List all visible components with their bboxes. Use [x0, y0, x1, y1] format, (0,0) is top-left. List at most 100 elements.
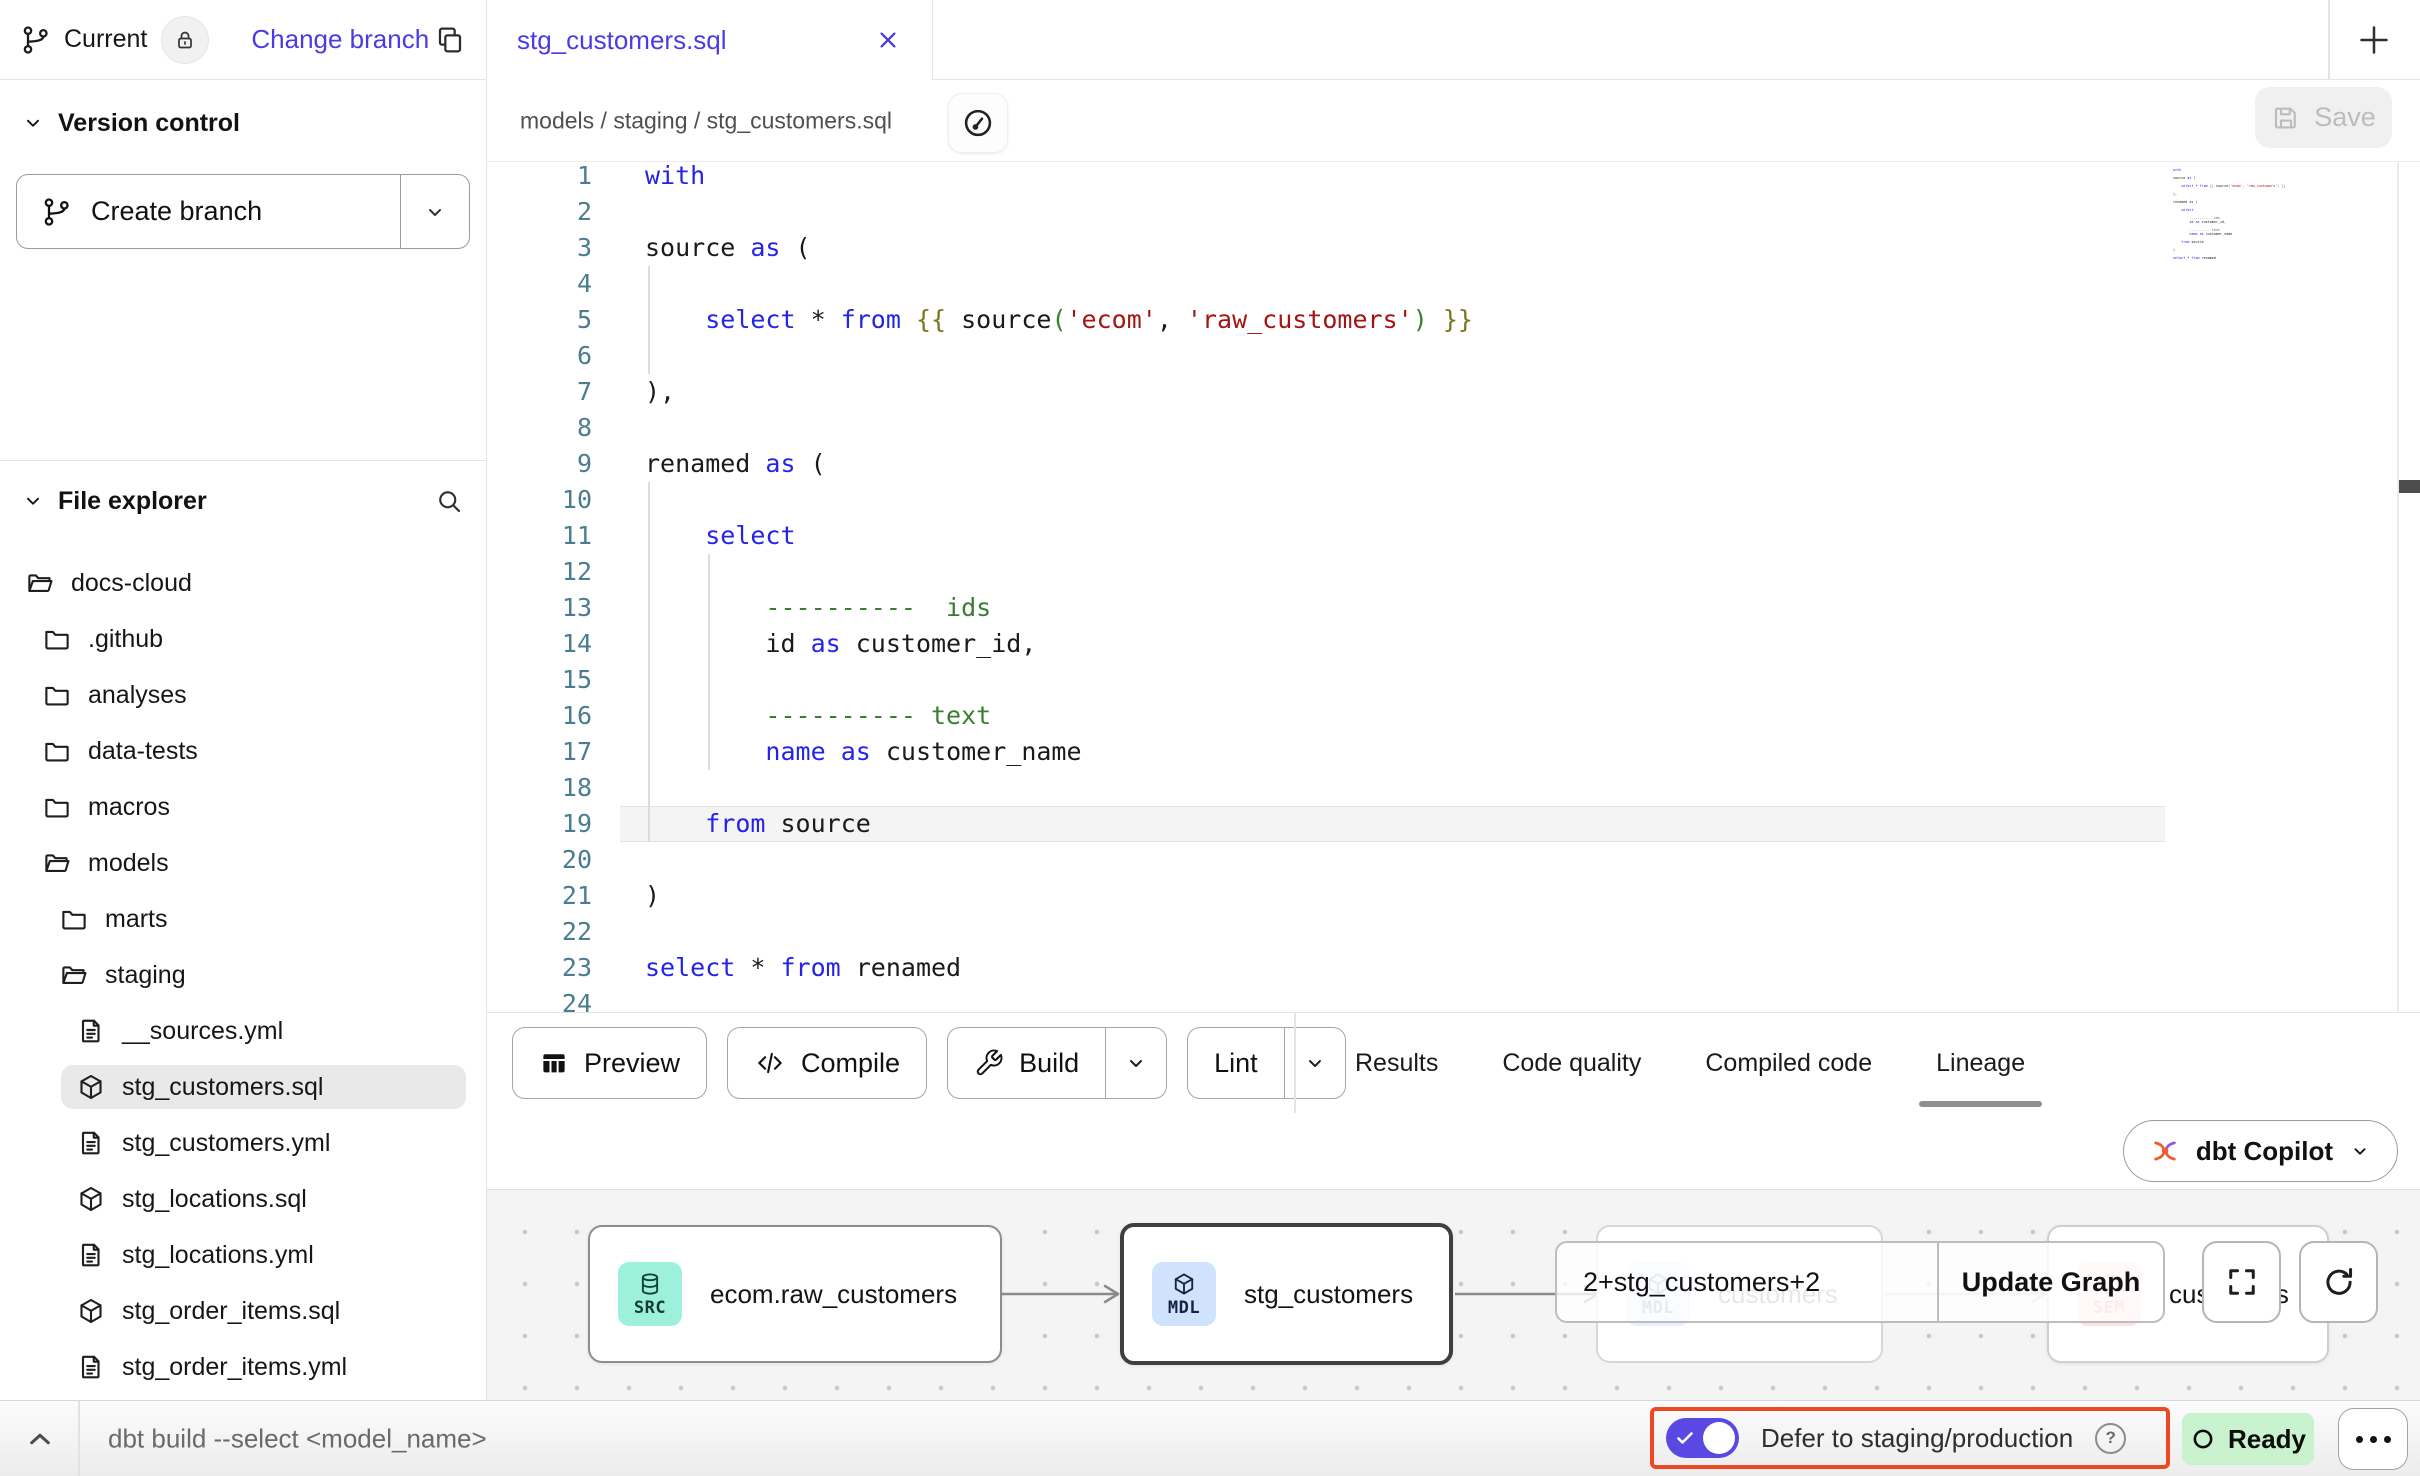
code-line-24[interactable]: 24	[487, 986, 2420, 1012]
performance-gauge-button[interactable]	[948, 93, 1008, 153]
file-tree-item-marts[interactable]: marts	[44, 897, 466, 941]
file-tree-item-stg-order-items-sql[interactable]: stg_order_items.sql	[61, 1289, 466, 1333]
code-line-6[interactable]: 6	[487, 338, 2420, 374]
file-tree-item-stg-order-items-yml[interactable]: stg_order_items.yml	[61, 1345, 466, 1389]
code-line-4[interactable]: 4	[487, 266, 2420, 302]
new-tab-button[interactable]	[2350, 16, 2398, 64]
version-control-section-header[interactable]: Version control	[0, 80, 486, 166]
file-tree-item-data-tests[interactable]: data-tests	[27, 729, 466, 773]
code-line-5[interactable]: 5 select * from {{ source('ecom', 'raw_c…	[487, 302, 2420, 338]
tab-stg-customers-sql[interactable]: stg_customers.sql	[487, 0, 933, 80]
code-line-14[interactable]: 14 id as customer_id,	[487, 626, 2420, 662]
lint-button[interactable]: Lint	[1187, 1027, 1346, 1099]
code-line-13[interactable]: 13 ---------- ids	[487, 590, 2420, 626]
lineage-node-mdl-stg-customers[interactable]: MDLstg_customers	[1120, 1223, 1453, 1365]
model-icon	[76, 1296, 106, 1326]
code-line-11[interactable]: 11 select	[487, 518, 2420, 554]
code-line-8[interactable]: 8	[487, 410, 2420, 446]
panel-tabs: Results Code quality Compiled code Lineage	[1355, 1013, 2025, 1113]
more-options-button[interactable]	[2338, 1408, 2408, 1470]
line-number: 14	[487, 626, 592, 662]
build-dropdown[interactable]	[1105, 1028, 1166, 1098]
line-number: 20	[487, 842, 592, 878]
save-label: Save	[2314, 102, 2376, 133]
file-tree-item-stg-customers-sql[interactable]: stg_customers.sql	[61, 1065, 466, 1109]
tab-title: stg_customers.sql	[517, 25, 727, 56]
dbt-copilot-button[interactable]: dbt Copilot	[2123, 1120, 2398, 1182]
help-icon[interactable]: ?	[2095, 1423, 2126, 1454]
create-branch-dropdown[interactable]	[400, 175, 469, 248]
file-tree-label: macros	[88, 793, 170, 822]
file-tree-item-github[interactable]: .github	[27, 617, 466, 661]
code-line-17[interactable]: 17 name as customer_name	[487, 734, 2420, 770]
lineage-selector-input[interactable]	[1557, 1243, 1937, 1321]
fullscreen-button[interactable]	[2202, 1241, 2281, 1323]
lineage-panel-header: dbt Copilot	[487, 1113, 2420, 1189]
chevron-up-icon[interactable]	[22, 1421, 58, 1457]
file-tree-item-stg-customers-yml[interactable]: stg_customers.yml	[61, 1121, 466, 1165]
panel-tab-code-quality[interactable]: Code quality	[1502, 1013, 1641, 1113]
code-line-1[interactable]: 1with	[487, 162, 2420, 194]
dot	[2384, 1436, 2391, 1443]
refresh-button[interactable]	[2299, 1241, 2378, 1323]
folder-icon	[42, 736, 72, 766]
lineage-node-src-ecom-raw-customers[interactable]: SRCecom.raw_customers	[588, 1225, 1002, 1363]
file-tree-label: marts	[105, 905, 168, 934]
update-graph-button[interactable]: Update Graph	[1939, 1243, 2163, 1321]
file-tree-item-stg-locations-sql[interactable]: stg_locations.sql	[61, 1177, 466, 1221]
file-tree-item-models[interactable]: models	[27, 841, 466, 885]
file-tree-item-analyses[interactable]: analyses	[27, 673, 466, 717]
code-line-9[interactable]: 9renamed as (	[487, 446, 2420, 482]
file-tree-item-staging[interactable]: staging	[44, 953, 466, 997]
create-branch-button[interactable]: Create branch	[16, 174, 470, 249]
line-number: 17	[487, 734, 592, 770]
compile-button[interactable]: Compile	[727, 1027, 927, 1099]
file-tree-item-stg-locations-yml[interactable]: stg_locations.yml	[61, 1233, 466, 1277]
code-line-21[interactable]: 21)	[487, 878, 2420, 914]
sidebar: Current Change branch Version control	[0, 0, 487, 1400]
copy-icon[interactable]	[434, 24, 466, 56]
close-icon[interactable]	[874, 26, 902, 54]
compile-label: Compile	[801, 1048, 900, 1079]
file-tree-item-docs-cloud[interactable]: docs-cloud	[10, 561, 466, 605]
code-line-10[interactable]: 10	[487, 482, 2420, 518]
file-tree-label: __sources.yml	[122, 1017, 283, 1046]
code-line-7[interactable]: 7),	[487, 374, 2420, 410]
file-tree-item-sources-yml[interactable]: __sources.yml	[61, 1009, 466, 1053]
defer-toggle[interactable]	[1666, 1418, 1739, 1458]
change-branch-link[interactable]: Change branch	[251, 24, 429, 55]
code-line-19[interactable]: 19 from source	[487, 806, 2420, 842]
file-explorer-section-header[interactable]: File explorer	[0, 472, 486, 530]
file-tree-label: stg_customers.yml	[122, 1129, 330, 1158]
code-editor[interactable]: 1with23source as (45 select * from {{ so…	[487, 162, 2420, 1012]
code-line-23[interactable]: 23select * from renamed	[487, 950, 2420, 986]
search-icon[interactable]	[434, 486, 464, 516]
preview-button[interactable]: Preview	[512, 1027, 707, 1099]
code-line-20[interactable]: 20	[487, 842, 2420, 878]
panel-tab-lineage[interactable]: Lineage	[1936, 1013, 2025, 1113]
line-number: 19	[487, 806, 592, 842]
status-badge[interactable]: Ready	[2182, 1413, 2314, 1465]
file-tree-item-macros[interactable]: macros	[27, 785, 466, 829]
folder-icon	[42, 624, 72, 654]
code-line-12[interactable]: 12	[487, 554, 2420, 590]
model-icon	[1171, 1271, 1197, 1297]
code-line-2[interactable]: 2	[487, 194, 2420, 230]
lint-dropdown[interactable]	[1284, 1028, 1345, 1098]
save-button[interactable]: Save	[2255, 87, 2392, 148]
panel-tab-compiled-code[interactable]: Compiled code	[1705, 1013, 1872, 1113]
line-number: 24	[487, 986, 592, 1012]
build-button[interactable]: Build	[947, 1027, 1167, 1099]
code-line-3[interactable]: 3source as (	[487, 230, 2420, 266]
lineage-graph[interactable]: SRCecom.raw_customersMDLstg_customersMDL…	[487, 1189, 2420, 1400]
minimap[interactable]: withsource as ( select * from {{ source(…	[2173, 168, 2363, 264]
panel-tab-results[interactable]: Results	[1355, 1013, 1438, 1113]
code-line-18[interactable]: 18	[487, 770, 2420, 806]
code-line-16[interactable]: 16 ---------- text	[487, 698, 2420, 734]
code-line-15[interactable]: 15	[487, 662, 2420, 698]
command-input[interactable]: dbt build --select <model_name>	[108, 1423, 487, 1454]
line-number: 11	[487, 518, 592, 554]
scrollbar-marker[interactable]	[2398, 480, 2420, 493]
code-line-22[interactable]: 22	[487, 914, 2420, 950]
dbt-copilot-icon	[2150, 1136, 2180, 1166]
